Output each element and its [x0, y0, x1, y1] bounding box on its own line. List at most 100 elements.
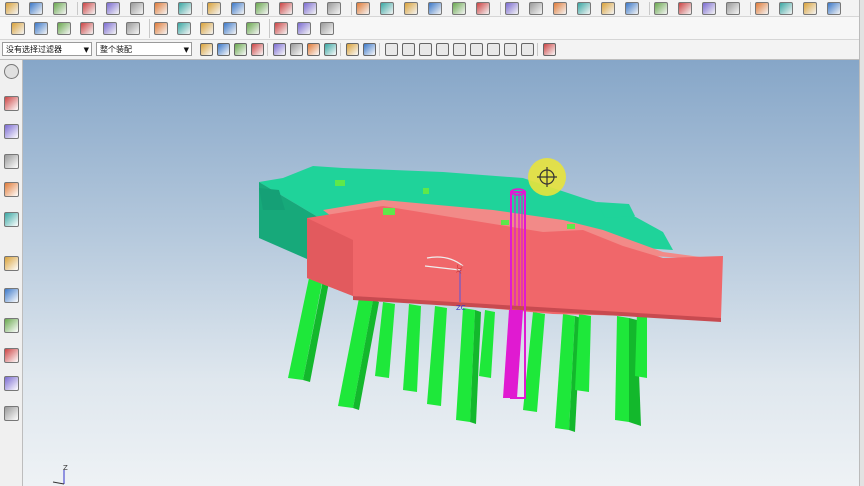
- arc-icon: [106, 1, 120, 15]
- mesh-tool-button[interactable]: [79, 21, 95, 35]
- shaded-button[interactable]: [361, 42, 377, 56]
- revolve-button[interactable]: [552, 1, 568, 15]
- settings-gear-tab[interactable]: [3, 62, 19, 80]
- chevron-down-icon: ▼: [183, 46, 189, 54]
- rectangle-button[interactable]: [230, 1, 246, 15]
- extrude-button[interactable]: [528, 1, 544, 15]
- layer-button[interactable]: [28, 1, 44, 15]
- part-navigator-tab[interactable]: [3, 152, 19, 170]
- swoop-button[interactable]: [296, 21, 312, 35]
- line-tool-icon: [11, 21, 25, 35]
- line-button[interactable]: [177, 1, 193, 15]
- control-point-button[interactable]: [417, 42, 433, 56]
- cone-button[interactable]: [475, 1, 491, 15]
- select-all-icon: [323, 42, 337, 56]
- view-button[interactable]: [4, 1, 20, 15]
- sew-tool-button[interactable]: [199, 21, 215, 35]
- select-filter-button[interactable]: [198, 42, 214, 56]
- feature-button[interactable]: [232, 42, 248, 56]
- curve-button[interactable]: [81, 1, 97, 15]
- analysis-button[interactable]: [802, 1, 818, 15]
- blend-button[interactable]: [653, 1, 669, 15]
- selection-scope-dropdown[interactable]: 整个装配 ▼: [96, 42, 192, 56]
- system-scene-tab[interactable]: [3, 374, 19, 392]
- intersect-button[interactable]: [778, 1, 794, 15]
- intersection-button[interactable]: [434, 42, 450, 56]
- component-button[interactable]: [305, 42, 321, 56]
- web-browser-tab[interactable]: [3, 254, 19, 272]
- chamfer-button[interactable]: [677, 1, 693, 15]
- grid-button[interactable]: [52, 1, 68, 15]
- select-all-button[interactable]: [322, 42, 338, 56]
- body-button[interactable]: [288, 42, 304, 56]
- trim-icon: [327, 1, 341, 15]
- existing-point-button[interactable]: [485, 42, 501, 56]
- edge-button[interactable]: [249, 42, 265, 56]
- constraint-navigator-tab[interactable]: [3, 122, 19, 140]
- history-tab[interactable]: [3, 286, 19, 304]
- toolbar-separator: [649, 2, 650, 15]
- hole-button[interactable]: [403, 1, 419, 15]
- block-button[interactable]: [427, 1, 443, 15]
- sphere-button[interactable]: [504, 1, 520, 15]
- spline-button[interactable]: [129, 1, 145, 15]
- sketch-button[interactable]: [278, 1, 294, 15]
- offset-tool-button[interactable]: [153, 21, 169, 35]
- circle-button[interactable]: [153, 1, 169, 15]
- trim-body-button[interactable]: [245, 21, 261, 35]
- move-button[interactable]: [302, 1, 318, 15]
- face-icon: [272, 42, 286, 56]
- unite-button[interactable]: [725, 1, 741, 15]
- graphics-window[interactable]: XC ZC Z: [23, 60, 859, 486]
- loft-tool-button[interactable]: [102, 21, 118, 35]
- toolbar-separator: [750, 2, 751, 15]
- reuse-library-tab[interactable]: [3, 180, 19, 198]
- thicken-tool-button[interactable]: [176, 21, 192, 35]
- trim-button[interactable]: [326, 1, 342, 15]
- type-filter-dropdown[interactable]: 没有选择过滤器 ▼: [2, 42, 92, 56]
- arc-center-button[interactable]: [451, 42, 467, 56]
- hd3d-tools-tab[interactable]: [3, 210, 19, 228]
- point-button[interactable]: [206, 1, 222, 15]
- mid-point-button[interactable]: [400, 42, 416, 56]
- color-button[interactable]: [826, 1, 842, 15]
- sweep-button[interactable]: [576, 1, 592, 15]
- line-tool-button[interactable]: [10, 21, 26, 35]
- assembly-navigator-tab[interactable]: [3, 94, 19, 112]
- toolbar-separator: [537, 43, 538, 56]
- wireframe-button[interactable]: [344, 42, 360, 56]
- toolbar-separator: [340, 43, 341, 56]
- reuse-library-icon: [3, 181, 19, 197]
- bridge-tool-icon: [126, 21, 140, 35]
- pattern-button[interactable]: [701, 1, 717, 15]
- plus-button[interactable]: [254, 1, 270, 15]
- subtract-button[interactable]: [754, 1, 770, 15]
- end-point-button[interactable]: [383, 42, 399, 56]
- draft-button[interactable]: [624, 1, 640, 15]
- mirror-button[interactable]: [379, 1, 395, 15]
- snap-button[interactable]: [215, 42, 231, 56]
- shell-button[interactable]: [600, 1, 616, 15]
- quadrant-button[interactable]: [468, 42, 484, 56]
- selection-bar: 没有选择过滤器 ▼ 整个装配 ▼: [0, 40, 864, 60]
- point-on-surface-button[interactable]: [519, 42, 535, 56]
- cylinder-button[interactable]: [451, 1, 467, 15]
- mold-button[interactable]: [319, 21, 335, 35]
- fillet-button[interactable]: [355, 1, 371, 15]
- point-tool-button[interactable]: [33, 21, 49, 35]
- surface-tool-button[interactable]: [56, 21, 72, 35]
- point-tool-icon: [34, 21, 48, 35]
- grid-icon: [53, 1, 67, 15]
- split-body-button[interactable]: [273, 21, 289, 35]
- print-tab[interactable]: [3, 404, 19, 422]
- bridge-tool-button[interactable]: [125, 21, 141, 35]
- intersection-icon: [435, 42, 449, 56]
- model-scene: XC ZC Z: [52, 158, 723, 485]
- settings-button[interactable]: [541, 42, 557, 56]
- arc-button[interactable]: [105, 1, 121, 15]
- point-on-curve-button[interactable]: [502, 42, 518, 56]
- roles-tab[interactable]: [3, 346, 19, 364]
- patch-tool-button[interactable]: [222, 21, 238, 35]
- process-studio-tab[interactable]: [3, 316, 19, 334]
- face-button[interactable]: [271, 42, 287, 56]
